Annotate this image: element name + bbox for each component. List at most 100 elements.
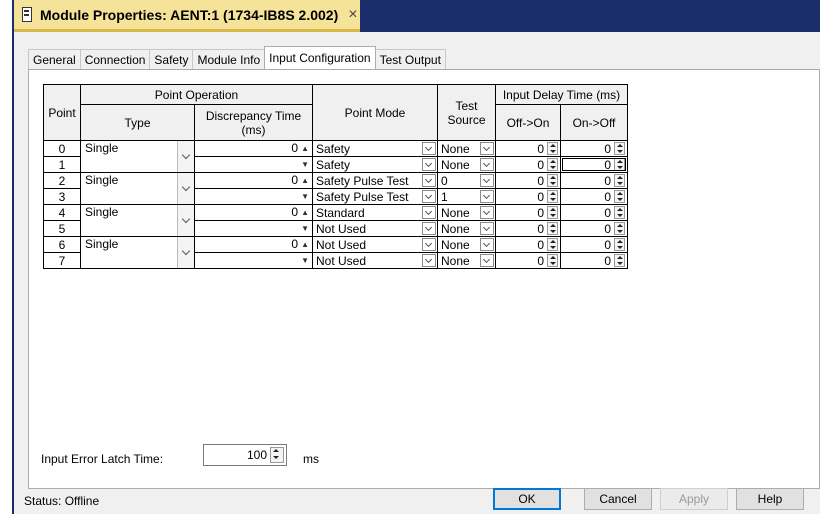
spin-down-icon[interactable]: ▼ (301, 221, 309, 236)
off-on-spinner[interactable]: 0 (495, 156, 561, 173)
off-on-value[interactable]: 0 (537, 158, 547, 172)
tab-input-configuration[interactable]: Input Configuration (264, 46, 376, 69)
spin-buttons[interactable] (547, 190, 558, 203)
spin-buttons[interactable] (547, 254, 558, 267)
tab-test-output[interactable]: Test Output (374, 49, 446, 69)
tab-connection[interactable]: Connection (79, 49, 151, 69)
off-on-value[interactable]: 0 (537, 142, 547, 156)
on-off-spinner[interactable]: 0 (560, 140, 628, 157)
spin-down-icon[interactable] (271, 455, 283, 462)
type-dropdown-button[interactable] (177, 237, 194, 268)
chevron-down-icon[interactable] (422, 254, 436, 267)
spin-up-icon[interactable]: ▲ (301, 205, 309, 220)
point-mode-select[interactable]: Safety (312, 140, 438, 157)
on-off-spinner[interactable]: 0 (560, 252, 628, 269)
chevron-down-icon[interactable] (480, 174, 494, 187)
type-combo[interactable]: Single (80, 172, 195, 205)
test-source-select[interactable]: None (437, 204, 496, 221)
chevron-down-icon[interactable] (422, 158, 436, 171)
test-source-select[interactable]: None (437, 156, 496, 173)
chevron-down-icon[interactable] (480, 254, 494, 267)
point-mode-select[interactable]: Not Used (312, 236, 438, 253)
cancel-button[interactable]: Cancel (584, 488, 652, 510)
spin-up-icon[interactable]: ▲ (301, 141, 309, 156)
test-source-select[interactable]: 0 (437, 172, 496, 189)
off-on-spinner[interactable]: 0 (495, 188, 561, 205)
type-combo[interactable]: Single (80, 140, 195, 173)
spin-up-icon[interactable]: ▲ (301, 237, 309, 252)
type-combo[interactable]: Single (80, 204, 195, 237)
ok-button[interactable]: OK (493, 488, 561, 510)
discrepancy-cell[interactable]: 0 ▲ (194, 140, 313, 157)
off-on-value[interactable]: 0 (537, 190, 547, 204)
on-off-spinner[interactable]: 0 (560, 236, 628, 253)
spin-down-icon[interactable]: ▼ (301, 189, 309, 204)
spin-up-icon[interactable]: ▲ (301, 173, 309, 188)
spin-buttons[interactable] (614, 254, 625, 267)
discrepancy-cell[interactable]: 0 ▲ (194, 172, 313, 189)
chevron-down-icon[interactable] (422, 142, 436, 155)
spin-buttons[interactable] (547, 238, 558, 251)
chevron-down-icon[interactable] (422, 174, 436, 187)
spin-up-icon[interactable] (271, 448, 283, 455)
spin-down-icon[interactable]: ▼ (301, 253, 309, 268)
test-source-select[interactable]: 1 (437, 188, 496, 205)
point-mode-select[interactable]: Not Used (312, 220, 438, 237)
spin-buttons[interactable] (614, 206, 625, 219)
chevron-down-icon[interactable] (480, 158, 494, 171)
chevron-down-icon[interactable] (480, 206, 494, 219)
on-off-spinner[interactable]: 0 (560, 156, 628, 173)
off-on-value[interactable]: 0 (537, 238, 547, 252)
on-off-value[interactable]: 0 (604, 254, 614, 268)
tab-module-info[interactable]: Module Info (192, 49, 266, 69)
help-button[interactable]: Help (736, 488, 804, 510)
discrepancy-value[interactable]: 0 (291, 141, 298, 155)
off-on-spinner[interactable]: 0 (495, 140, 561, 157)
spin-buttons[interactable] (614, 158, 625, 171)
test-source-select[interactable]: None (437, 140, 496, 157)
chevron-down-icon[interactable] (480, 238, 494, 251)
latch-time-value[interactable]: 100 (247, 448, 270, 462)
spin-buttons[interactable] (614, 238, 625, 251)
test-source-select[interactable]: None (437, 252, 496, 269)
off-on-spinner[interactable]: 0 (495, 252, 561, 269)
tab-safety[interactable]: Safety (149, 49, 194, 69)
type-combo[interactable]: Single (80, 236, 195, 269)
point-mode-select[interactable]: Standard (312, 204, 438, 221)
on-off-value[interactable]: 0 (604, 238, 614, 252)
test-source-select[interactable]: None (437, 236, 496, 253)
test-source-select[interactable]: None (437, 220, 496, 237)
off-on-spinner[interactable]: 0 (495, 204, 561, 221)
spin-buttons[interactable] (547, 158, 558, 171)
discrepancy-value[interactable]: 0 (291, 237, 298, 251)
tab-general[interactable]: General (28, 49, 81, 69)
point-mode-select[interactable]: Safety (312, 156, 438, 173)
on-off-value[interactable]: 0 (604, 222, 614, 236)
discrepancy-cell[interactable]: 0 ▲ (194, 204, 313, 221)
spin-buttons[interactable] (547, 174, 558, 187)
spin-buttons[interactable] (547, 222, 558, 235)
spin-down-icon[interactable]: ▼ (301, 157, 309, 172)
spin-buttons[interactable] (614, 142, 625, 155)
chevron-down-icon[interactable] (422, 222, 436, 235)
close-icon[interactable]: × (348, 6, 357, 24)
on-off-value[interactable]: 0 (604, 190, 614, 204)
off-on-value[interactable]: 0 (537, 206, 547, 220)
chevron-down-icon[interactable] (480, 142, 494, 155)
on-off-spinner[interactable]: 0 (560, 220, 628, 237)
chevron-down-icon[interactable] (422, 190, 436, 203)
discrepancy-value[interactable]: 0 (291, 205, 298, 219)
chevron-down-icon[interactable] (480, 222, 494, 235)
type-dropdown-button[interactable] (177, 141, 194, 172)
off-on-value[interactable]: 0 (537, 174, 547, 188)
type-dropdown-button[interactable] (177, 205, 194, 236)
point-mode-select[interactable]: Not Used (312, 252, 438, 269)
spin-buttons[interactable] (614, 222, 625, 235)
discrepancy-value[interactable]: 0 (291, 173, 298, 187)
spin-buttons[interactable] (614, 174, 625, 187)
off-on-spinner[interactable]: 0 (495, 236, 561, 253)
spin-buttons[interactable] (547, 142, 558, 155)
chevron-down-icon[interactable] (422, 206, 436, 219)
latch-time-spinner[interactable]: 100 (203, 444, 287, 466)
point-mode-select[interactable]: Safety Pulse Test (312, 172, 438, 189)
